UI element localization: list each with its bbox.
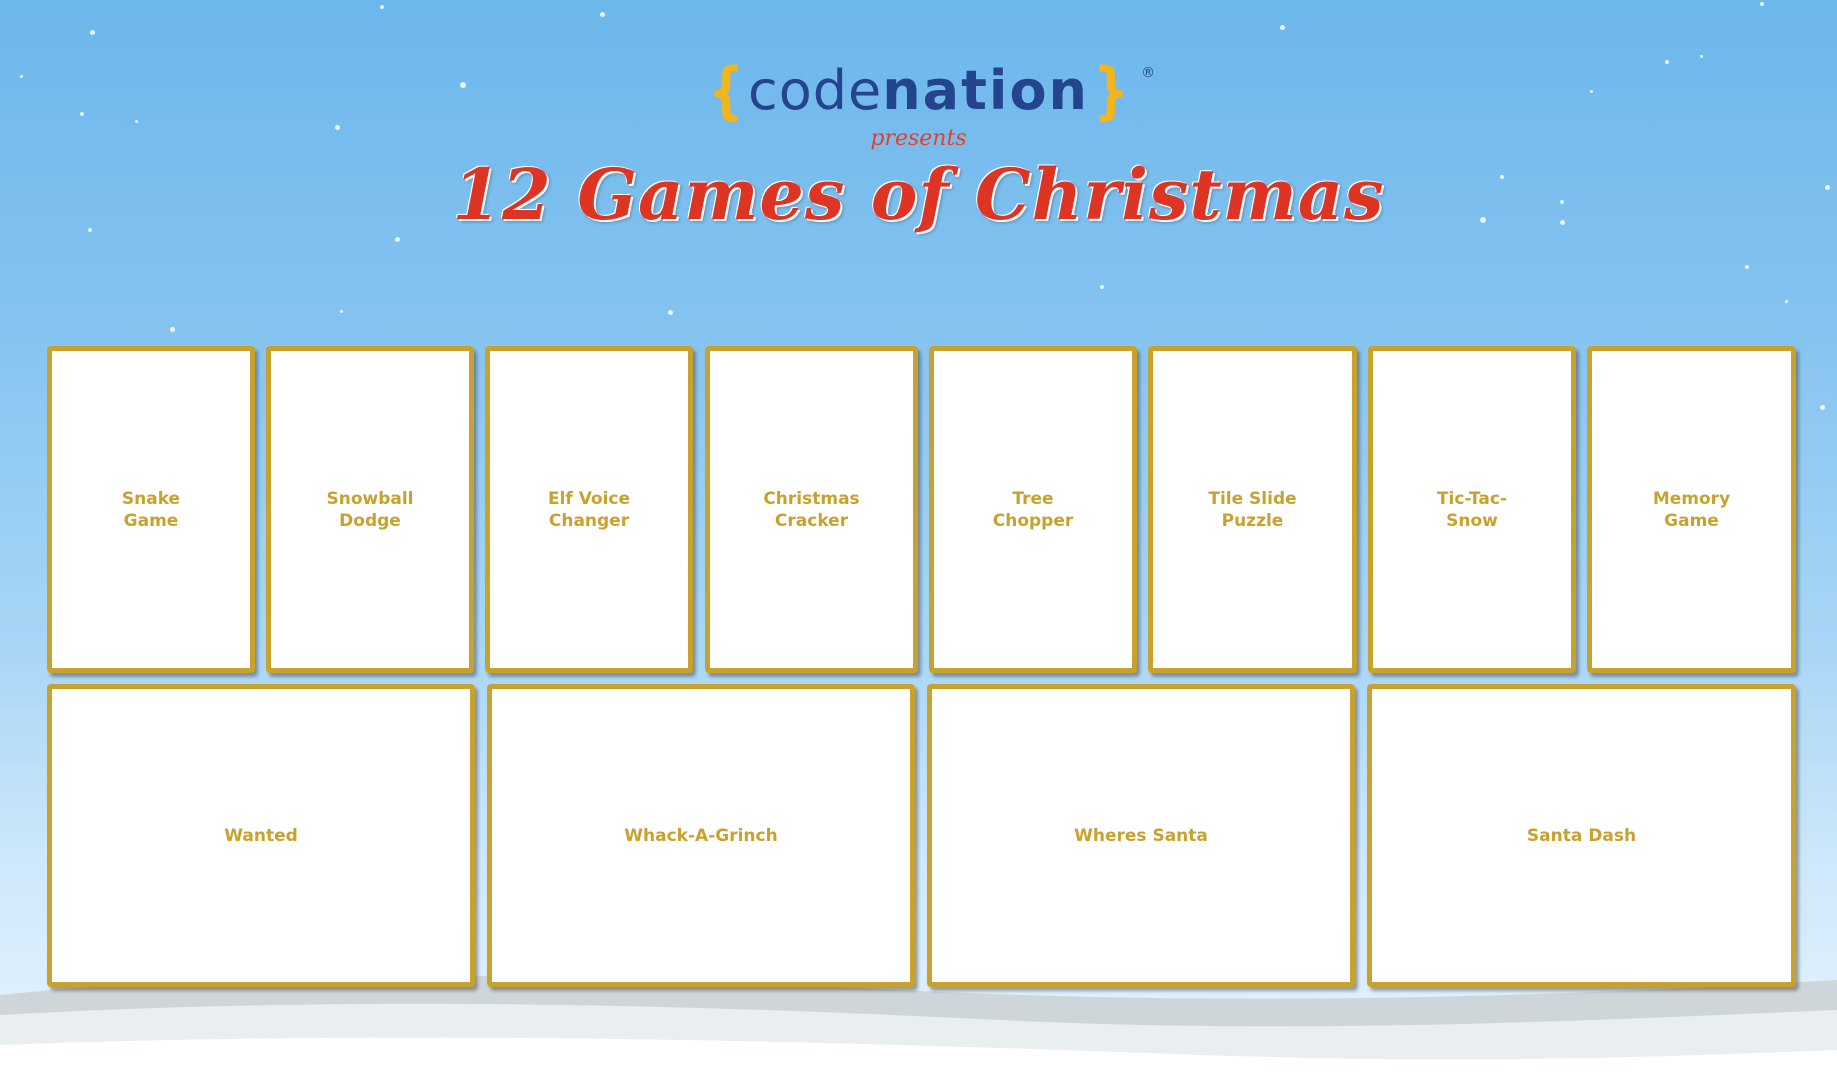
header: { code nation } ® presents 12 Games of C… <box>0 54 1837 237</box>
game-card-snowball-dodge[interactable]: Snowball Dodge <box>266 346 474 673</box>
game-card-elf-voice-changer[interactable]: Elf Voice Changer <box>485 346 693 673</box>
game-card-label: Santa Dash <box>1526 825 1637 846</box>
game-card-label: Memory Game <box>1652 488 1731 531</box>
game-card-label: Tic-Tac- Snow <box>1436 488 1508 531</box>
game-card-wheres-santa[interactable]: Wheres Santa <box>927 684 1355 987</box>
logo-code-text: code <box>748 59 883 122</box>
game-card-tile-slide-puzzle[interactable]: Tile Slide Puzzle <box>1148 346 1357 673</box>
game-card-whack-a-grinch[interactable]: Whack-A-Grinch <box>487 684 915 987</box>
game-card-tree-chopper[interactable]: Tree Chopper <box>929 346 1137 673</box>
logo-brace-close: } <box>1093 54 1129 127</box>
game-card-label: Snowball Dodge <box>326 488 414 531</box>
game-card-label: Elf Voice Changer <box>547 488 631 531</box>
game-card-label: Wheres Santa <box>1074 825 1208 846</box>
game-card-label: Tile Slide Puzzle <box>1208 488 1297 531</box>
game-card-label: Tree Chopper <box>992 488 1074 531</box>
game-card-label: Snake Game <box>121 488 181 531</box>
game-card-label: Christmas Cracker <box>763 488 860 531</box>
presents-text: presents <box>870 126 967 151</box>
game-card-label: Whack-A-Grinch <box>624 825 778 846</box>
codenation-logo: { code nation } ® <box>704 54 1155 127</box>
game-card-tic-tac-snow[interactable]: Tic-Tac- Snow <box>1368 346 1576 673</box>
game-card-wanted[interactable]: Wanted <box>47 684 475 987</box>
game-card-memory-game[interactable]: Memory Game <box>1587 346 1796 673</box>
game-card-snake-game[interactable]: Snake Game <box>47 346 255 673</box>
game-card-christmas-cracker[interactable]: Christmas Cracker <box>705 346 918 673</box>
game-card-santa-dash[interactable]: Santa Dash <box>1367 684 1796 987</box>
page-title: 12 Games of Christmas <box>452 153 1385 236</box>
registered-mark: ® <box>1141 65 1156 81</box>
logo-nation-text: nation <box>882 59 1089 122</box>
logo-brace-open: { <box>708 54 744 127</box>
game-card-label: Wanted <box>224 825 298 846</box>
